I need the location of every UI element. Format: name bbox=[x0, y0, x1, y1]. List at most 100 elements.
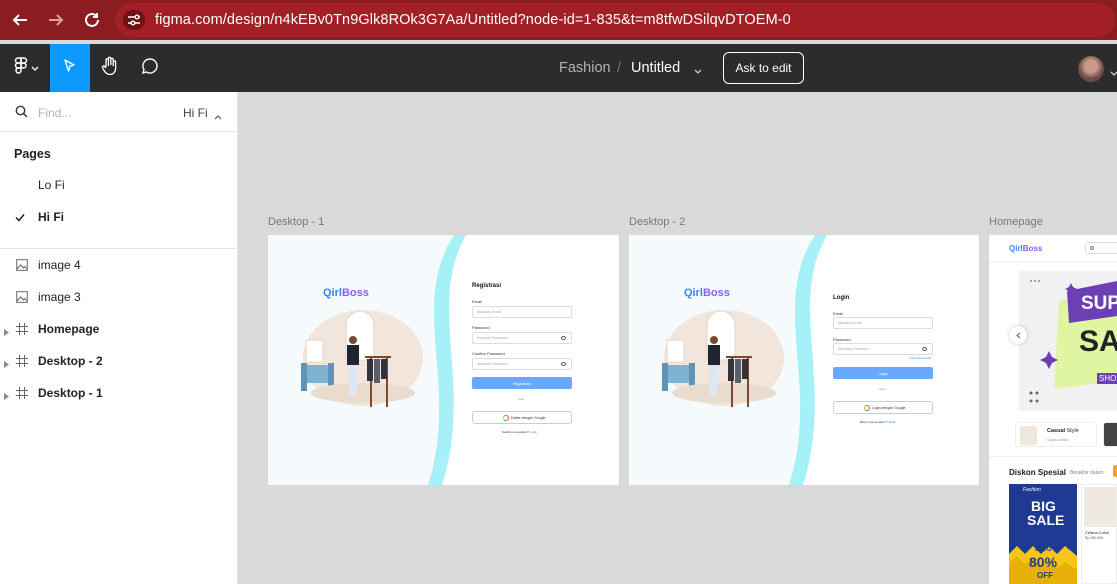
google-login-button[interactable]: Login dengan Google bbox=[833, 401, 933, 414]
logo: QirlBoss bbox=[1009, 244, 1042, 253]
layer-item-image-4[interactable]: image 4 bbox=[0, 249, 238, 281]
login-button[interactable]: Login bbox=[833, 367, 933, 379]
expand-arrow-icon[interactable] bbox=[4, 325, 9, 339]
password-field[interactable]: Masukan Password bbox=[833, 343, 933, 355]
register-button[interactable]: Registrasi bbox=[472, 377, 572, 389]
comment-tool-button[interactable] bbox=[130, 44, 170, 92]
panel-search: Find... Hi Fi bbox=[0, 92, 238, 132]
address-bar[interactable]: figma.com/design/n4kEBv0Tn9Glk8ROk3G7Aa/… bbox=[115, 3, 1115, 37]
category-title-bold: Casual bbox=[1047, 428, 1066, 434]
poster-off: OFF bbox=[1037, 571, 1053, 580]
product-price: Rp 150.000 bbox=[1085, 536, 1104, 540]
promo-poster[interactable]: Fashion BIG SALE UPTO 80% OFF bbox=[1009, 484, 1077, 584]
category-card[interactable]: Casual Style Gaya santai bbox=[1015, 422, 1097, 447]
footer-text: Belum punya akun? bbox=[860, 420, 887, 424]
homepage-search-field[interactable] bbox=[1085, 242, 1117, 254]
countdown-badge bbox=[1113, 465, 1117, 477]
expand-arrow-icon[interactable] bbox=[4, 357, 9, 371]
category-title: Casual Style bbox=[1047, 428, 1079, 434]
user-avatar[interactable] bbox=[1078, 56, 1104, 82]
poster-sale: SALE bbox=[1027, 512, 1065, 528]
form-title: Registrasi bbox=[472, 283, 502, 289]
frame-desktop-2[interactable]: QirlBoss Login Email Masukan Email Passw… bbox=[629, 235, 979, 485]
banner-text-1: SUP bbox=[1081, 293, 1117, 314]
move-tool-button[interactable] bbox=[50, 44, 90, 92]
cursor-icon bbox=[62, 58, 78, 79]
email-field[interactable]: Masukan Email bbox=[833, 317, 933, 329]
layers-panel: Find... Hi Fi Pages Lo Fi Hi Fi image 4 … bbox=[0, 92, 238, 584]
section-divider bbox=[989, 456, 1117, 457]
divider-text: Atau bbox=[518, 397, 525, 401]
figma-menu-button[interactable] bbox=[6, 44, 46, 92]
forward-icon[interactable] bbox=[44, 8, 68, 32]
logo: QirlBoss bbox=[323, 287, 369, 299]
promo-banner[interactable]: SUP SA SHOP bbox=[1019, 271, 1117, 411]
password-field[interactable]: Masukan Password bbox=[472, 332, 572, 344]
forgot-password-link[interactable]: Lupa Password? bbox=[909, 356, 931, 360]
email-field[interactable]: Masukan Email bbox=[472, 306, 572, 318]
chevron-up-icon[interactable] bbox=[214, 107, 222, 125]
category-thumbnail bbox=[1020, 426, 1037, 445]
frame-label-desktop-1[interactable]: Desktop - 1 bbox=[268, 216, 324, 228]
button-label: Login bbox=[878, 370, 888, 376]
layer-label: image 3 bbox=[38, 290, 81, 304]
eye-icon[interactable] bbox=[561, 362, 566, 366]
field-label: Password bbox=[472, 325, 490, 330]
logo-part-a: Qirl bbox=[1009, 244, 1023, 253]
eye-icon[interactable] bbox=[922, 347, 927, 351]
button-label: Registrasi bbox=[513, 380, 531, 386]
expand-arrow-icon[interactable] bbox=[4, 389, 9, 403]
chevron-down-icon bbox=[31, 59, 39, 77]
current-page-dropdown[interactable]: Hi Fi bbox=[183, 106, 208, 120]
google-signup-button[interactable]: Daftar dengan Google bbox=[472, 411, 572, 424]
layer-item-desktop-1[interactable]: Desktop - 1 bbox=[0, 377, 238, 409]
frame-label-desktop-2[interactable]: Desktop - 2 bbox=[629, 216, 685, 228]
layer-item-image-3[interactable]: image 3 bbox=[0, 281, 238, 313]
url-text[interactable]: figma.com/design/n4kEBv0Tn9Glk8ROk3G7Aa/… bbox=[155, 12, 791, 28]
design-canvas[interactable]: Desktop - 1 QirlBoss Registrasi Email Ma… bbox=[239, 92, 1117, 584]
search-icon bbox=[15, 105, 28, 123]
divider-text: Atau bbox=[879, 387, 886, 391]
browser-bar: figma.com/design/n4kEBv0Tn9Glk8ROk3G7Aa/… bbox=[0, 0, 1117, 40]
logo-part-a: Qirl bbox=[684, 287, 703, 299]
field-label: Password bbox=[833, 337, 851, 342]
category-card-next[interactable] bbox=[1103, 422, 1117, 447]
page-item-hi-fi[interactable]: Hi Fi bbox=[0, 201, 238, 233]
product-card[interactable]: Celana Cullot Rp 150.000 bbox=[1081, 484, 1117, 584]
frame-desktop-1[interactable]: QirlBoss Registrasi Email Masukan Email … bbox=[268, 235, 619, 485]
chevron-left-icon bbox=[1015, 326, 1021, 344]
file-menu-chevron-icon[interactable] bbox=[694, 62, 702, 80]
project-name[interactable]: Fashion bbox=[559, 60, 611, 76]
field-placeholder: Masukan Email bbox=[838, 321, 862, 325]
frame-hash-icon bbox=[16, 387, 28, 402]
hand-tool-button[interactable] bbox=[90, 44, 130, 92]
file-name[interactable]: Untitled bbox=[631, 60, 680, 76]
page-item-lo-fi[interactable]: Lo Fi bbox=[0, 169, 238, 201]
layer-item-homepage[interactable]: Homepage bbox=[0, 313, 238, 345]
frame-homepage[interactable]: QirlBoss SUP SA SHOP bbox=[989, 235, 1117, 584]
frame-background-art bbox=[629, 235, 827, 485]
product-name: Celana Cullot bbox=[1085, 530, 1110, 535]
reload-icon[interactable] bbox=[80, 8, 104, 32]
eye-icon[interactable] bbox=[561, 336, 566, 340]
checkmark-icon bbox=[15, 211, 25, 225]
carousel-prev-button[interactable] bbox=[1009, 326, 1027, 344]
ask-to-edit-button[interactable]: Ask to edit bbox=[723, 52, 804, 84]
frame-label-homepage[interactable]: Homepage bbox=[989, 216, 1043, 228]
back-icon[interactable] bbox=[8, 8, 32, 32]
figma-toolbar: Fashion / Untitled Ask to edit bbox=[0, 44, 1117, 92]
section-title: Diskon Spesial bbox=[1009, 468, 1066, 477]
image-icon bbox=[16, 259, 28, 274]
search-input[interactable]: Find... bbox=[38, 106, 71, 120]
banner-text-3: SHOP bbox=[1097, 373, 1117, 384]
category-title-rest: Style bbox=[1066, 428, 1079, 434]
footer-link[interactable]: Daftar bbox=[887, 420, 895, 424]
field-label: Email bbox=[833, 311, 844, 316]
footer-link[interactable]: Login bbox=[530, 430, 537, 434]
frame-hash-icon bbox=[16, 323, 28, 338]
account-chevron-icon[interactable] bbox=[1110, 64, 1117, 82]
confirm-password-field[interactable]: Masukan Password bbox=[472, 358, 572, 370]
site-settings-icon[interactable] bbox=[123, 10, 145, 30]
layer-item-desktop-2[interactable]: Desktop - 2 bbox=[0, 345, 238, 377]
logo-part-b: Boss bbox=[341, 287, 369, 299]
